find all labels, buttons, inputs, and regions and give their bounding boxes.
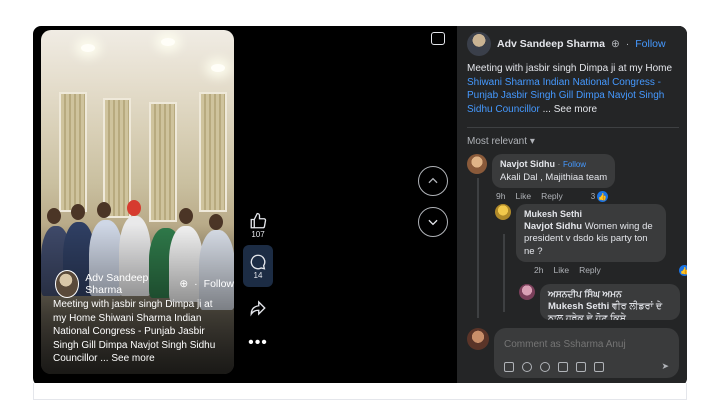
video-author-name[interactable]: Adv Sandeep Sharma — [85, 272, 173, 296]
share-icon — [250, 300, 266, 317]
video-author-avatar[interactable] — [55, 270, 80, 298]
divider — [467, 127, 679, 128]
person-turban — [127, 200, 141, 216]
author-avatar[interactable] — [467, 32, 491, 56]
comment-time: 2h — [534, 265, 544, 275]
globe-icon: ⊕ — [610, 38, 620, 50]
comment-meta: 2h Like Reply 👍 — [534, 265, 687, 276]
commenter-avatar[interactable] — [519, 284, 535, 300]
reply-comment: Mukesh Sethi Navjot Sidhu Women wing de … — [495, 204, 687, 276]
post-body: Meeting with jasbir singh Dimpa ji at my… — [467, 62, 679, 116]
commenter-avatar[interactable] — [495, 204, 511, 220]
globe-icon: ⊕ — [179, 278, 189, 290]
wall-panel — [199, 92, 227, 212]
gif-icon[interactable] — [576, 361, 586, 372]
like-reaction-icon[interactable]: 👍 — [678, 265, 687, 276]
wall-panel — [103, 98, 131, 218]
ceiling-light — [81, 44, 95, 52]
wall-panel — [59, 92, 87, 212]
comment-sort-dropdown[interactable]: Most relevant ▾ — [467, 136, 535, 147]
comment-count: 14 — [253, 270, 263, 280]
composer-toolbar: ➤ — [504, 361, 669, 372]
commenter-name[interactable]: ਅਸਨਦੀਪ ਸਿੰਘ ਅਮਨ — [548, 288, 672, 301]
smiley-icon[interactable] — [540, 361, 550, 372]
person-head — [47, 208, 61, 224]
post-text: Meeting with jasbir singh Dimpa ji at my… — [467, 63, 673, 74]
reaction-number: 3 — [590, 192, 596, 201]
previous-post-button[interactable] — [418, 166, 448, 196]
comment: Navjot Sidhu · Follow Akali Dal , Majith… — [467, 154, 616, 202]
person-head — [97, 202, 111, 218]
comment-input[interactable] — [504, 339, 669, 350]
sidebar-toggle-icon[interactable] — [431, 32, 445, 45]
commenter-name[interactable]: Mukesh Sethi — [524, 208, 658, 221]
comment-text: Akali Dal , Majithiaa team — [500, 171, 608, 183]
emoji-icon[interactable] — [522, 361, 532, 372]
comment-meta: 9h Like Reply 3 👍 — [496, 191, 615, 202]
caret-down-icon: ▾ — [529, 136, 535, 147]
reply-comment: ਅਸਨਦੀਪ ਸਿੰਘ ਅਮਨ Mukesh Sethi ਵੀਰ ਲੀਡਰਾਂ … — [519, 284, 680, 320]
comment-like-link[interactable]: Like — [515, 191, 531, 202]
chevron-down-icon — [428, 219, 438, 226]
thread-line — [477, 178, 479, 318]
comment-reply-link[interactable]: Reply — [541, 191, 563, 202]
dot-separator: · — [194, 278, 198, 290]
thumbs-up-icon — [250, 212, 267, 229]
comment-composer: ➤ — [467, 328, 679, 378]
comment-icon — [250, 254, 266, 270]
share-action[interactable] — [249, 299, 267, 317]
more-options-icon[interactable]: ••• — [248, 335, 268, 351]
comment-action[interactable]: 14 — [243, 245, 273, 287]
ceiling-light — [211, 64, 225, 72]
follow-link[interactable]: Follow — [635, 38, 665, 50]
like-reaction-icon: 👍 — [597, 191, 609, 202]
commenter-follow-link[interactable]: Follow — [563, 160, 586, 169]
sort-label: Most relevant — [467, 136, 528, 147]
post-header: Adv Sandeep Sharma ⊕ · Follow — [467, 32, 666, 56]
current-user-avatar[interactable] — [467, 328, 489, 350]
wall-panel — [149, 102, 177, 222]
camera-icon[interactable] — [558, 361, 568, 372]
comment-bubble: Mukesh Sethi Navjot Sidhu Women wing de … — [516, 204, 666, 262]
comment-reply-link[interactable]: Reply — [579, 265, 601, 276]
page-footer-strip — [33, 383, 687, 400]
next-post-button[interactable] — [418, 207, 448, 237]
comment-input-box[interactable]: ➤ — [494, 328, 679, 378]
video-caption: Meeting with jasbir singh Dimpa ji at my… — [53, 298, 228, 366]
person-head — [179, 208, 193, 224]
reaction-count[interactable]: 3 👍 — [590, 191, 609, 202]
mention-tag[interactable]: Mukesh Sethi — [548, 301, 609, 312]
video-author-row: Adv Sandeep Sharma ⊕ · Follow — [55, 270, 234, 298]
author-name[interactable]: Adv Sandeep Sharma — [497, 38, 605, 50]
post-viewer: Adv Sandeep Sharma ⊕ · Follow Meeting wi… — [33, 26, 687, 386]
video-see-more[interactable]: See more — [111, 353, 154, 364]
person-head — [71, 204, 85, 220]
post-sidebar: Adv Sandeep Sharma ⊕ · Follow Meeting wi… — [457, 26, 687, 386]
like-count: 107 — [251, 230, 265, 239]
video-player[interactable]: Adv Sandeep Sharma ⊕ · Follow Meeting wi… — [41, 30, 234, 374]
send-icon[interactable]: ➤ — [661, 361, 669, 372]
ceiling-light — [161, 38, 175, 46]
comment-time: 9h — [496, 191, 506, 201]
video-follow-link[interactable]: Follow — [204, 278, 234, 290]
commenter-avatar[interactable] — [467, 154, 487, 174]
post-see-more[interactable]: See more — [554, 104, 597, 115]
mention-tag[interactable]: Navjot Sidhu — [524, 221, 582, 232]
chevron-up-icon — [428, 177, 438, 184]
reel-actions: 107 14 ••• — [243, 212, 273, 351]
sticker-icon[interactable] — [594, 361, 604, 372]
comment-like-link[interactable]: Like — [553, 265, 569, 276]
post-ellipsis: ... — [542, 103, 551, 115]
commenter-name[interactable]: Navjot Sidhu — [500, 159, 555, 169]
dot-separator: · — [625, 38, 630, 50]
like-action[interactable]: 107 — [249, 212, 267, 239]
comment-bubble: Navjot Sidhu · Follow Akali Dal , Majith… — [492, 154, 616, 188]
comment-bubble: ਅਸਨਦੀਪ ਸਿੰਘ ਅਮਨ Mukesh Sethi ਵੀਰ ਲੀਡਰਾਂ … — [540, 284, 680, 320]
dot-separator: · — [557, 160, 561, 169]
avatar-sticker-icon[interactable] — [504, 361, 514, 372]
